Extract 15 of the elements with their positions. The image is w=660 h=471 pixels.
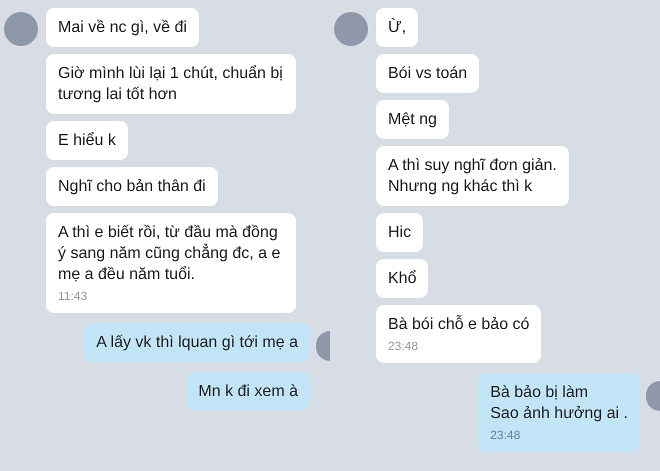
message-bubble: A lấy vk thì lquan gì tới mẹ a xyxy=(84,323,310,362)
message-bubble: Bói vs toán xyxy=(376,54,480,93)
message-bubble: Mn k đi xem à xyxy=(186,372,310,411)
message-bubble: Giờ mình lùi lại 1 chút, chuẩn bị tương lai tốt hơn xyxy=(46,54,296,114)
message-bubble: Mệt ng xyxy=(376,100,449,139)
message-bubble: A thì e biết rồi, từ đầu mà đồng ý sang năm cũng chẳng đc, a e mẹ a đều năm tuổi. 11:43 xyxy=(46,213,296,313)
message-bubble: Bà bói chỗ e bảo có 23:48 xyxy=(376,305,542,363)
message-bubble: Ừ, xyxy=(376,8,418,47)
message-bubble: Bà bảo bị làm Sao ảnh hưởng ai . 23:48 xyxy=(478,373,640,452)
message-bubble: E hiểu k xyxy=(46,121,128,160)
message-bubble: Nghĩ cho bản thân đi xyxy=(46,167,218,206)
message-bubble: Hic xyxy=(376,213,424,252)
message-bubble: Mai về nc gì, về đi xyxy=(46,8,199,47)
message-bubble: A thì suy nghĩ đơn giản. Nhưng ng khác thì k xyxy=(376,146,569,206)
message-bubble: Khổ xyxy=(376,259,428,298)
